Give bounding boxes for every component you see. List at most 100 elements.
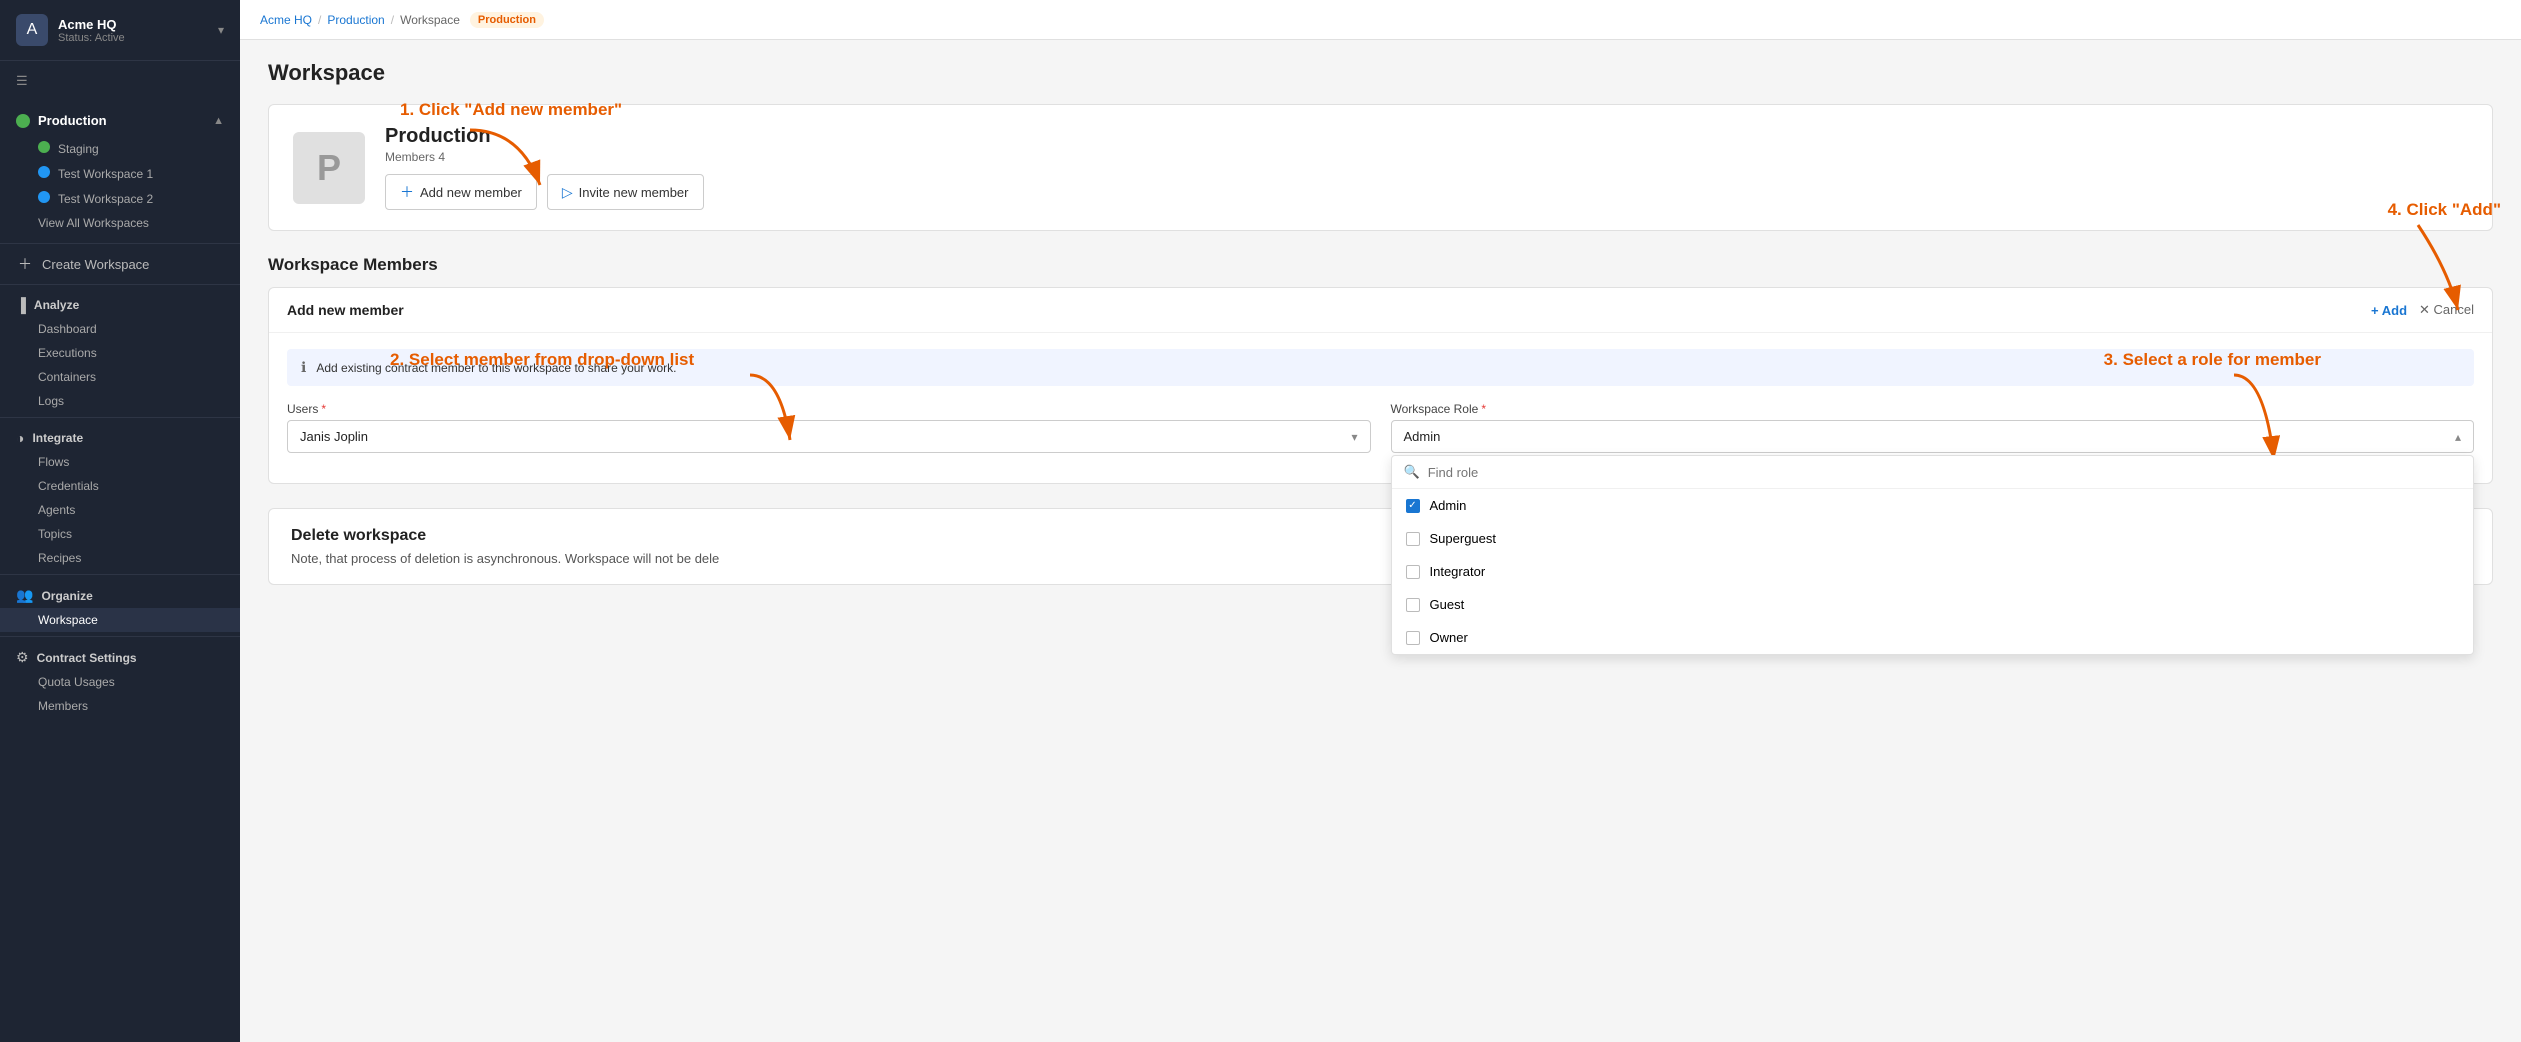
chevron-down-icon: ▾: [218, 23, 224, 37]
sidebar-item-view-all[interactable]: View All Workspaces: [0, 211, 240, 235]
role-option-superguest[interactable]: Superguest: [1392, 522, 2474, 555]
role-search: 🔍: [1392, 456, 2474, 489]
settings-icon: ⚙: [16, 649, 29, 666]
org-name: Acme HQ: [58, 17, 218, 32]
role-select[interactable]: Admin ▴: [1391, 420, 2475, 453]
required-indicator: *: [321, 402, 326, 416]
org-info: Acme HQ Status: Active: [58, 17, 218, 44]
add-new-member-button[interactable]: ＋ Add new member: [385, 174, 537, 210]
members-panel-body: ℹ Add existing contract member to this w…: [269, 333, 2492, 483]
role-option-admin[interactable]: ✓ Admin: [1392, 489, 2474, 522]
integrate-icon: ◑: [16, 430, 24, 446]
page-title: Workspace: [268, 60, 2493, 86]
breadcrumb-production[interactable]: Production: [327, 13, 384, 27]
users-label: Users *: [287, 402, 1371, 416]
sidebar-item-staging[interactable]: Staging: [0, 136, 240, 161]
role-label: Workspace Role *: [1391, 402, 2475, 416]
org-header[interactable]: A Acme HQ Status: Active ▾: [0, 0, 240, 61]
sidebar-item-credentials[interactable]: Credentials: [0, 474, 240, 498]
selected-user: Janis Joplin: [300, 429, 1351, 444]
superguest-checkbox[interactable]: [1406, 532, 1420, 546]
role-dropdown: 🔍 ✓ Admin Superguest: [1391, 455, 2475, 655]
staging-dot: [38, 141, 50, 153]
sidebar-item-agents[interactable]: Agents: [0, 498, 240, 522]
users-select[interactable]: Janis Joplin ▾: [287, 420, 1371, 453]
main-content: Acme HQ / Production / Workspace Product…: [240, 0, 2521, 1042]
sidebar-item-workspace[interactable]: Workspace: [0, 608, 240, 632]
workspace-avatar: P: [293, 132, 365, 204]
sidebar-item-containers[interactable]: Containers: [0, 365, 240, 389]
sidebar-item-executions[interactable]: Executions: [0, 341, 240, 365]
breadcrumb: Acme HQ / Production / Workspace: [260, 13, 460, 27]
role-form-group: Workspace Role * Admin ▴ 🔍: [1391, 402, 2475, 453]
organize-label: Organize: [41, 589, 92, 603]
create-workspace-label: Create Workspace: [42, 257, 149, 272]
sidebar: A Acme HQ Status: Active ▾ ☰ Production …: [0, 0, 240, 1042]
sidebar-item-quota[interactable]: Quota Usages: [0, 670, 240, 694]
info-box: ℹ Add existing contract member to this w…: [287, 349, 2474, 386]
sidebar-item-topics[interactable]: Topics: [0, 522, 240, 546]
contract-settings-group[interactable]: ⚙ Contract Settings: [0, 641, 240, 670]
org-status: Status: Active: [58, 32, 218, 44]
owner-checkbox[interactable]: [1406, 631, 1420, 645]
integrate-label: Integrate: [32, 431, 83, 445]
breadcrumb-sep2: /: [391, 13, 394, 27]
sidebar-item-flows[interactable]: Flows: [0, 450, 240, 474]
plus-icon: ＋: [16, 255, 34, 273]
admin-checkbox[interactable]: ✓: [1406, 499, 1420, 513]
invite-new-member-button[interactable]: ▷ Invite new member: [547, 174, 704, 210]
info-icon: ℹ: [301, 359, 306, 376]
integrator-checkbox[interactable]: [1406, 565, 1420, 579]
role-guest-label: Guest: [1430, 597, 1465, 612]
add-new-member-title: Add new member: [287, 302, 404, 318]
production-dot: [16, 114, 30, 128]
add-member-label: Add new member: [420, 185, 522, 200]
plus-icon: ＋: [400, 182, 414, 202]
role-admin-label: Admin: [1430, 498, 1467, 513]
ws1-dot: [38, 166, 50, 178]
send-icon: ▷: [562, 184, 573, 201]
selected-role: Admin: [1404, 429, 2455, 444]
search-icon: 🔍: [1404, 464, 1420, 480]
members-panel: Add new member + Add ✕ Cancel ℹ Add exis…: [268, 287, 2493, 484]
members-section-title: Workspace Members: [268, 255, 2493, 275]
add-button[interactable]: + Add: [2371, 303, 2407, 318]
breadcrumb-workspace: Workspace: [400, 13, 460, 27]
panel-actions: + Add ✕ Cancel: [2371, 302, 2474, 318]
sidebar-item-recipes[interactable]: Recipes: [0, 546, 240, 570]
ws2-dot: [38, 191, 50, 203]
production-header[interactable]: Production ▲: [0, 105, 240, 136]
sidebar-item-test-ws-1[interactable]: Test Workspace 1: [0, 161, 240, 186]
create-workspace-item[interactable]: ＋ Create Workspace: [0, 248, 240, 280]
cancel-button[interactable]: ✕ Cancel: [2419, 302, 2474, 318]
guest-checkbox[interactable]: [1406, 598, 1420, 612]
role-option-integrator[interactable]: Integrator: [1392, 555, 2474, 588]
integrate-group[interactable]: ◑ Integrate: [0, 422, 240, 450]
chevron-up-icon: ▴: [2455, 430, 2461, 444]
workspace-card: P Production Members 4 ＋ Add new member …: [268, 104, 2493, 231]
sidebar-item-dashboard[interactable]: Dashboard: [0, 317, 240, 341]
role-search-input[interactable]: [1428, 465, 2461, 480]
hamburger-icon[interactable]: ☰: [0, 61, 240, 101]
organize-icon: 👥: [16, 587, 33, 604]
sidebar-item-logs[interactable]: Logs: [0, 389, 240, 413]
content-area: Workspace P Production Members 4 ＋ Add n…: [240, 40, 2521, 1042]
breadcrumb-acme[interactable]: Acme HQ: [260, 13, 312, 27]
analyze-group[interactable]: ▐ Analyze: [0, 289, 240, 317]
analyze-icon: ▐: [16, 297, 26, 313]
workspace-info: Production Members 4 ＋ Add new member ▷ …: [385, 125, 2468, 210]
sidebar-item-test-ws-2[interactable]: Test Workspace 2: [0, 186, 240, 211]
info-text: Add existing contract member to this wor…: [316, 361, 676, 375]
production-label: Production: [38, 113, 213, 128]
workspace-actions: ＋ Add new member ▷ Invite new member: [385, 174, 2468, 210]
role-integrator-label: Integrator: [1430, 564, 1486, 579]
role-option-guest[interactable]: Guest: [1392, 588, 2474, 621]
workspace-name: Production: [385, 125, 2468, 148]
env-badge: Production: [470, 12, 544, 28]
role-option-owner[interactable]: Owner: [1392, 621, 2474, 654]
sidebar-item-members[interactable]: Members: [0, 694, 240, 718]
organize-group[interactable]: 👥 Organize: [0, 579, 240, 608]
members-panel-header: Add new member + Add ✕ Cancel: [269, 288, 2492, 333]
contract-settings-label: Contract Settings: [37, 651, 137, 665]
invite-member-label: Invite new member: [579, 185, 689, 200]
